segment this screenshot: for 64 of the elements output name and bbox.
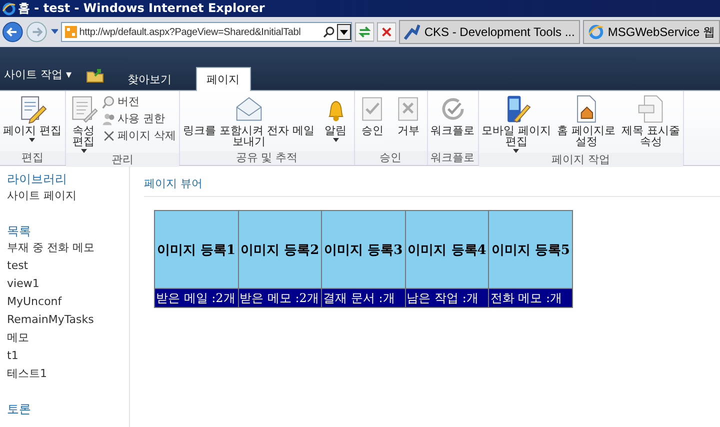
ribbon-button[interactable]: 페이지 삭제	[102, 128, 179, 143]
group-label: 공유 및 추적	[180, 151, 354, 165]
sidebar-heading[interactable]: 라이브러리	[7, 171, 129, 187]
folder-icon[interactable]	[86, 67, 104, 83]
ribbon-button[interactable]: 워크플로	[428, 94, 478, 136]
tile-title[interactable]: 이미지 등록2	[238, 211, 322, 289]
back-icon[interactable]	[2, 21, 24, 43]
ribbon-button[interactable]: 모바일 페이지 편집	[478, 94, 554, 153]
tile-caption: 받은 메모 :2개	[238, 289, 322, 307]
sidebar-item[interactable]: MyUnconf	[7, 293, 129, 311]
sidebar-item[interactable]: t1	[7, 347, 129, 365]
page-icon	[65, 26, 78, 38]
caret-icon	[332, 138, 338, 142]
magnifier-icon	[102, 94, 116, 108]
sidebar-item[interactable]: RemainMyTasks	[7, 311, 129, 329]
tile-caption: 받은 메일 :2개	[155, 289, 238, 307]
browser-logo-icon	[2, 2, 16, 16]
sidebar-item[interactable]: 사이트 페이지	[7, 187, 129, 205]
ribbon-tab[interactable]: 페이지	[196, 67, 251, 91]
ribbon-button[interactable]: 버전	[102, 94, 179, 109]
sidebar-heading[interactable]: 목록	[7, 223, 129, 239]
sidebar-item[interactable]: 메모	[7, 329, 129, 347]
browser-tab[interactable]: CKS - Development Tools ...	[399, 20, 580, 44]
ribbon-button[interactable]: 거부	[390, 94, 426, 136]
sidebar-item[interactable]: view1	[7, 275, 129, 293]
ribbon-button[interactable]: 속성 편집	[66, 94, 102, 153]
ribbon-tab[interactable]: 찾아보기	[118, 68, 182, 91]
sidebar-item[interactable]: 부재 중 전화 메모	[7, 239, 129, 257]
ribbon-button[interactable]: 링크를 포함시켜 전자 메일 보내기	[180, 94, 318, 147]
tile-title[interactable]: 이미지 등록1	[155, 211, 238, 289]
web-part-title: 페이지 뷰어	[144, 176, 720, 197]
search-icon[interactable]	[322, 26, 335, 38]
people-icon	[102, 112, 116, 126]
tile-caption: 전화 메모 :개	[489, 289, 572, 307]
browser-tab[interactable]: MSGWebService 웹	[582, 20, 720, 44]
sidebar-heading[interactable]: 토론	[7, 401, 129, 417]
browser-logo-icon	[588, 24, 604, 40]
tool-icon	[404, 24, 420, 40]
group-label: 페이지 작업	[478, 153, 683, 167]
ribbon-button[interactable]: 제목 표시줄 속성	[618, 94, 683, 147]
tile-title[interactable]: 이미지 등록5	[489, 211, 572, 289]
ribbon-button[interactable]: 페이지 편집	[0, 94, 64, 142]
group-label: 승인	[354, 151, 426, 165]
group-label: 워크플로	[428, 151, 478, 165]
close-icon[interactable]	[377, 22, 396, 42]
tile-title[interactable]: 이미지 등록3	[322, 211, 405, 289]
tile-title[interactable]: 이미지 등록4	[406, 211, 488, 289]
sidebar-item[interactable]: test	[7, 257, 129, 275]
ribbon-button[interactable]: 사용 권한	[102, 111, 179, 126]
tile-caption: 결재 문서 :개	[322, 289, 405, 307]
group-label: 관리	[66, 153, 179, 167]
window-title: 홈 - test - Windows Internet Explorer	[18, 0, 265, 17]
tile-caption: 남은 작업 :개	[406, 289, 488, 307]
sidebar-item[interactable]: 테스트1	[7, 365, 129, 383]
caret-icon[interactable]	[50, 29, 58, 35]
ribbon-button[interactable]: 홈 페이지로 설정	[554, 94, 618, 147]
ribbon-button[interactable]: 승인	[354, 94, 390, 136]
group-label: 편집	[0, 151, 64, 165]
delete-icon	[102, 128, 116, 142]
site-actions-menu[interactable]: 사이트 작업 ▾	[4, 67, 72, 82]
dropdown-icon[interactable]	[336, 24, 351, 40]
address-field[interactable]: http://wp/default.aspx?PageView=Shared&InitialTabl	[61, 22, 352, 42]
caret-icon	[29, 138, 36, 142]
ribbon-button[interactable]: 알림	[318, 94, 354, 142]
